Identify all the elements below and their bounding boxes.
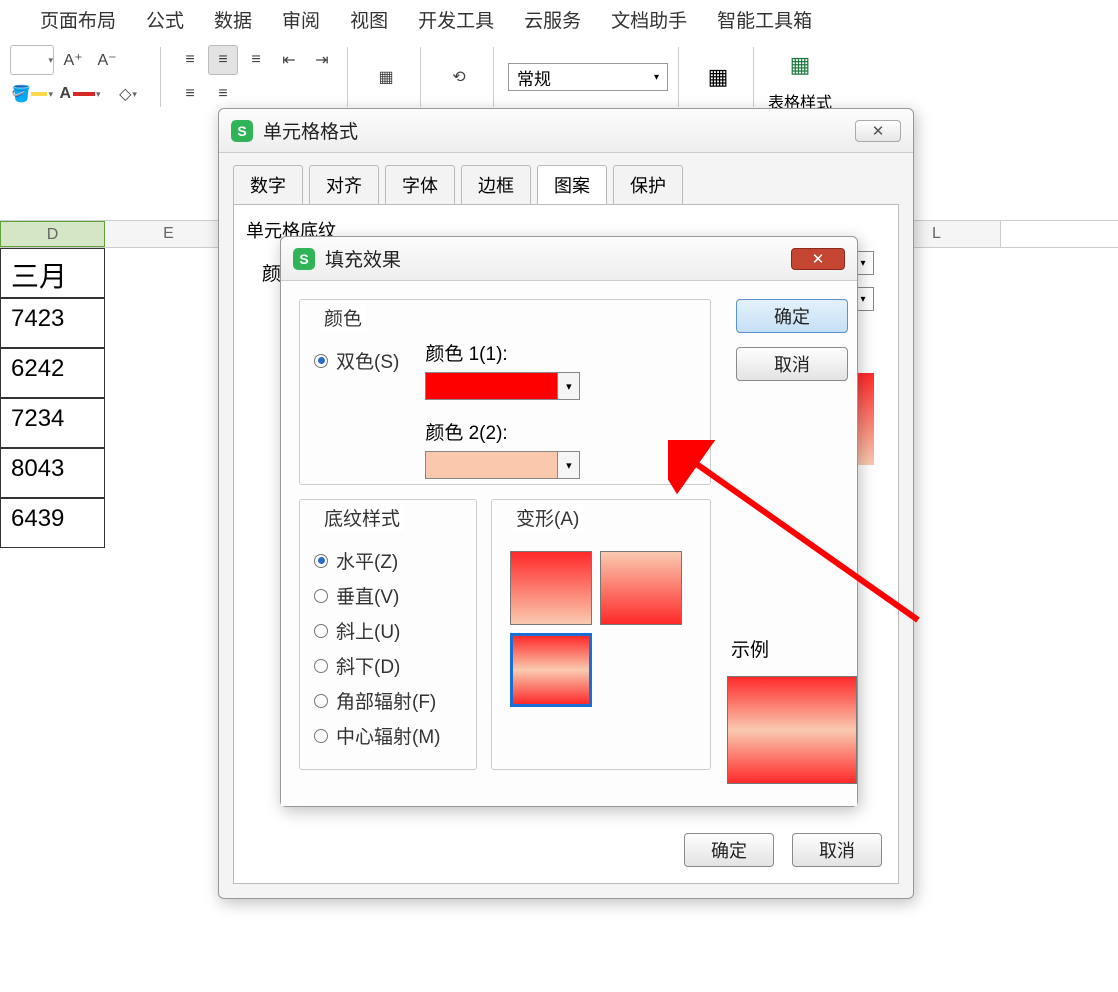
color2-dropdown[interactable]: ▾ [425, 451, 580, 479]
style-center-radio[interactable]: 中心辐射(M) [314, 722, 462, 749]
style-diag-down-radio[interactable]: 斜下(D) [314, 652, 462, 679]
align-left-button[interactable]: ≡ [175, 79, 205, 109]
cond-format-icon: ▦ [708, 64, 729, 90]
color2-label: 颜色 2(2): [425, 418, 580, 445]
variant-2[interactable] [600, 551, 682, 625]
style-vertical-radio[interactable]: 垂直(V) [314, 582, 462, 609]
table-style-icon: ▦ [790, 52, 811, 78]
variant-1[interactable] [510, 551, 592, 625]
active-cell[interactable]: 三月 [0, 248, 105, 298]
ribbon-tab[interactable]: 审阅 [282, 6, 320, 33]
merge-cells-button[interactable]: ▦ [362, 57, 410, 97]
sample-label: 示例 [731, 635, 769, 662]
ribbon-tab[interactable]: 视图 [350, 6, 388, 33]
align-top-button[interactable]: ≡ [175, 45, 205, 75]
variant-3[interactable] [510, 633, 592, 707]
fill-dialog-titlebar[interactable]: S 填充效果 ✕ [281, 237, 857, 281]
sample-preview [727, 676, 857, 784]
font-smaller-button[interactable]: A⁻ [92, 45, 122, 75]
align-middle-button[interactable]: ≡ [208, 45, 238, 75]
column-header-d[interactable]: D [0, 221, 105, 247]
dialog-titlebar[interactable]: S 单元格格式 ✕ [219, 109, 913, 153]
ribbon-tab[interactable]: 页面布局 [40, 6, 116, 33]
two-color-radio[interactable]: 双色(S) [314, 347, 399, 374]
font-color-button[interactable]: A▾ [58, 79, 102, 109]
fill-effects-dialog: S 填充效果 ✕ 颜色 双色(S) 颜色 1(1): ▾ 颜色 2(2): [280, 236, 858, 807]
eraser-button[interactable]: ◇▾ [106, 79, 150, 109]
color1-label: 颜色 1(1): [425, 339, 580, 366]
dialog-title: 单元格格式 [263, 117, 358, 144]
table-style-button[interactable]: ▦ [775, 41, 825, 89]
align-bottom-button[interactable]: ≡ [241, 45, 271, 75]
tab-pattern[interactable]: 图案 [537, 165, 607, 204]
conditional-format-button[interactable]: ▦ [693, 53, 743, 101]
wrap-text-button[interactable]: ⟲ [435, 57, 483, 97]
tab-font[interactable]: 字体 [385, 165, 455, 204]
bucket-icon: 🪣 [11, 84, 31, 104]
ribbon-tab[interactable]: 文档助手 [611, 6, 687, 33]
number-format-select[interactable]: 常规▾ [508, 63, 668, 91]
eraser-icon: ◇ [119, 84, 131, 104]
wps-logo-icon: S [231, 120, 253, 142]
wps-logo-icon: S [293, 248, 315, 270]
format-ok-button[interactable]: 确定 [684, 833, 774, 867]
table-cell[interactable]: 6439 [0, 498, 105, 548]
fill-dialog-close-button[interactable]: ✕ [791, 248, 845, 270]
format-dialog-tabs: 数字 对齐 字体 边框 图案 保护 [219, 153, 913, 204]
color1-dropdown[interactable]: ▾ [425, 372, 580, 400]
variant-group-label: 变形(A) [512, 504, 583, 531]
font-larger-button[interactable]: A⁺ [58, 45, 88, 75]
column-header-e[interactable]: E [105, 221, 233, 247]
indent-decrease-button[interactable]: ⇤ [274, 45, 304, 75]
ribbon-tabs: 页面布局 公式 数据 审阅 视图 开发工具 云服务 文档助手 智能工具箱 [0, 0, 1118, 39]
style-group-label: 底纹样式 [320, 504, 404, 531]
fill-dialog-title: 填充效果 [325, 245, 401, 272]
align-center-button[interactable]: ≡ [208, 79, 238, 109]
style-corner-radio[interactable]: 角部辐射(F) [314, 687, 462, 714]
table-cell[interactable]: 7234 [0, 398, 105, 448]
fill-color-button[interactable]: 🪣▾ [10, 79, 54, 109]
close-icon: ✕ [872, 122, 885, 140]
dialog-close-button[interactable]: ✕ [855, 120, 901, 142]
tab-protect[interactable]: 保护 [613, 165, 683, 204]
ribbon-tab[interactable]: 开发工具 [418, 6, 494, 33]
font-size-combo[interactable]: ▾ [10, 45, 54, 75]
tab-align[interactable]: 对齐 [309, 165, 379, 204]
ribbon-tab[interactable]: 智能工具箱 [717, 6, 812, 33]
toolbar: ▾ A⁺ A⁻ 🪣▾ A▾ ◇▾ ≡ ≡ ≡ ⇤ ⇥ [0, 39, 1118, 115]
ribbon-tab[interactable]: 数据 [214, 6, 252, 33]
tab-number[interactable]: 数字 [233, 165, 303, 204]
style-diag-up-radio[interactable]: 斜上(U) [314, 617, 462, 644]
format-cancel-button[interactable]: 取消 [792, 833, 882, 867]
tab-border[interactable]: 边框 [461, 165, 531, 204]
table-cell[interactable]: 8043 [0, 448, 105, 498]
fill-ok-button[interactable]: 确定 [736, 299, 848, 333]
close-icon: ✕ [812, 250, 825, 268]
table-cell[interactable]: 6242 [0, 348, 105, 398]
ribbon-tab[interactable]: 公式 [146, 6, 184, 33]
style-horizontal-radio[interactable]: 水平(Z) [314, 547, 462, 574]
ribbon-tab[interactable]: 云服务 [524, 6, 581, 33]
table-cell[interactable]: 7423 [0, 298, 105, 348]
merge-icon: ▦ [378, 67, 393, 87]
indent-increase-button[interactable]: ⇥ [307, 45, 337, 75]
fill-cancel-button[interactable]: 取消 [736, 347, 848, 381]
color-group-label: 颜色 [320, 304, 366, 331]
wrap-icon: ⟲ [452, 67, 465, 87]
